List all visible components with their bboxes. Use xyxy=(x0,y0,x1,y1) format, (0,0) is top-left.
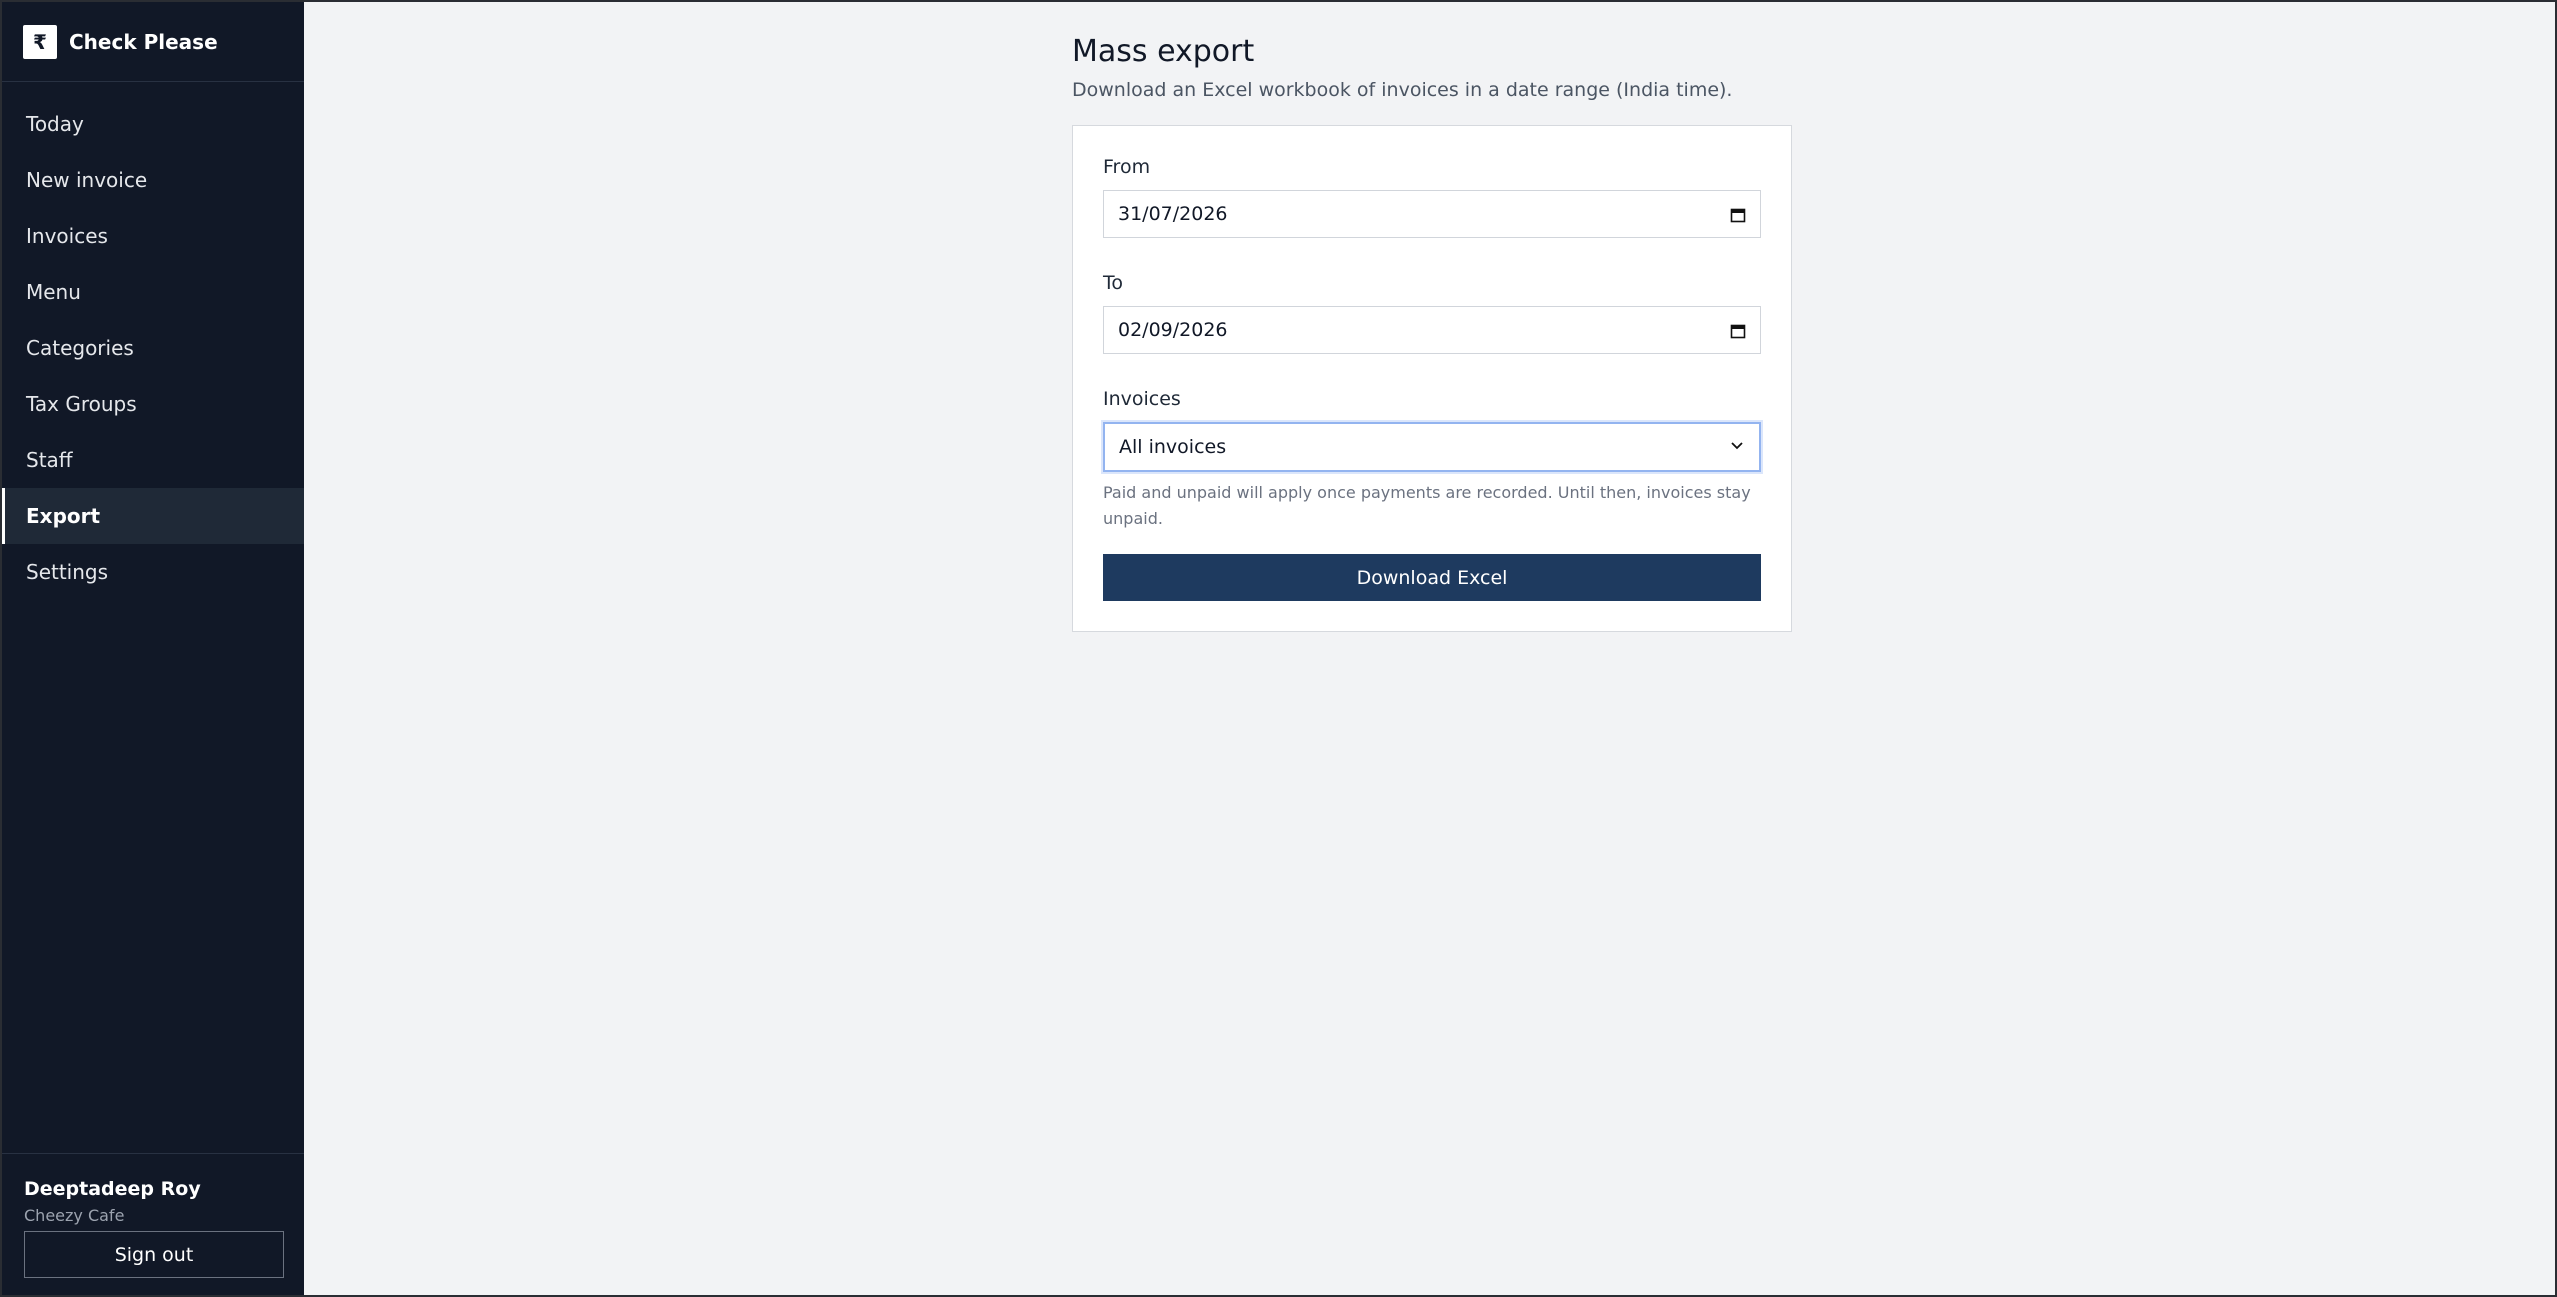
to-date-value: 02/09/2026 xyxy=(1118,319,1228,341)
sidebar-item-today[interactable]: Today xyxy=(2,96,304,152)
invoices-label: Invoices xyxy=(1103,388,1181,410)
rupee-logo-icon: ₹ xyxy=(23,24,57,59)
export-section: Mass export Download an Excel workbook o… xyxy=(1072,34,1792,632)
sidebar-item-new-invoice[interactable]: New invoice xyxy=(2,152,304,208)
sign-out-button[interactable]: Sign out xyxy=(24,1231,284,1278)
to-date-input[interactable]: 02/09/2026 xyxy=(1103,306,1761,354)
brand-name: Check Please xyxy=(69,29,218,54)
from-date-value: 31/07/2026 xyxy=(1118,203,1228,225)
page-title: Mass export xyxy=(1072,34,1255,69)
app-window: ₹ Check Please Today New invoice Invoice… xyxy=(0,0,2557,1297)
sidebar-item-tax-groups[interactable]: Tax Groups xyxy=(2,376,304,432)
user-org: Cheezy Cafe xyxy=(24,1206,125,1225)
sidebar-item-categories[interactable]: Categories xyxy=(2,320,304,376)
sidebar: ₹ Check Please Today New invoice Invoice… xyxy=(2,2,304,1295)
to-label: To xyxy=(1103,272,1124,294)
main-content: Mass export Download an Excel workbook o… xyxy=(304,2,2555,1295)
sidebar-item-invoices[interactable]: Invoices xyxy=(2,208,304,264)
chevron-down-icon xyxy=(1729,436,1745,458)
user-name: Deeptadeep Roy xyxy=(24,1178,201,1200)
sidebar-nav: Today New invoice Invoices Menu Categori… xyxy=(2,96,304,600)
invoices-helper-text: Paid and unpaid will apply once payments… xyxy=(1103,483,1751,528)
sidebar-item-settings[interactable]: Settings xyxy=(2,544,304,600)
invoices-selected-value: All invoices xyxy=(1119,436,1227,458)
invoices-select[interactable]: All invoices xyxy=(1103,422,1761,472)
page-subtitle: Download an Excel workbook of invoices i… xyxy=(1072,79,1733,101)
calendar-icon[interactable] xyxy=(1730,322,1746,339)
from-label: From xyxy=(1103,156,1151,178)
calendar-icon[interactable] xyxy=(1730,206,1746,223)
sidebar-footer: Deeptadeep Roy Cheezy Cafe Sign out xyxy=(2,1153,304,1295)
download-excel-button[interactable]: Download Excel xyxy=(1103,554,1761,601)
sidebar-item-export[interactable]: Export xyxy=(2,488,304,544)
sidebar-item-menu[interactable]: Menu xyxy=(2,264,304,320)
from-date-input[interactable]: 31/07/2026 xyxy=(1103,190,1761,238)
brand[interactable]: ₹ Check Please xyxy=(2,2,304,82)
export-form-card: From 31/07/2026 To 02/09/2026 Invoices A… xyxy=(1072,125,1792,632)
sidebar-item-staff[interactable]: Staff xyxy=(2,432,304,488)
